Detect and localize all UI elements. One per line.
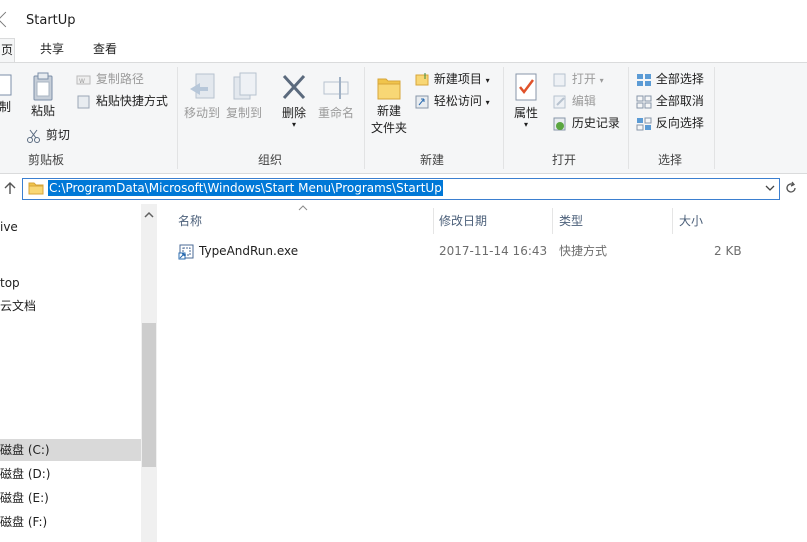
properties-button[interactable]: 属性 ▾ xyxy=(508,71,544,129)
select-none-button[interactable]: 全部取消 xyxy=(636,91,704,111)
column-header-modified[interactable]: 修改日期 xyxy=(439,212,487,230)
table-row[interactable]: TypeAndRun.exe 2017-11-14 16:43 快捷方式 2 K… xyxy=(174,240,754,262)
copy-button[interactable]: 制 xyxy=(0,71,16,116)
invert-selection-button[interactable]: 反向选择 xyxy=(636,113,704,133)
group-divider xyxy=(503,67,504,169)
address-path[interactable]: C:\ProgramData\Microsoft\Windows\Start M… xyxy=(48,180,443,196)
column-header-type[interactable]: 类型 xyxy=(559,212,583,230)
paste-shortcut-button[interactable]: 粘贴快捷方式 xyxy=(76,91,168,111)
group-divider xyxy=(177,67,178,169)
nav-item-drive-d[interactable]: 磁盘 (D:) xyxy=(0,463,50,485)
properties-check-icon xyxy=(515,73,537,101)
nav-item-drive-c[interactable]: 磁盘 (C:) xyxy=(0,439,141,461)
ribbon-tabs: 页 共享 查看 xyxy=(0,38,807,63)
easy-access-icon xyxy=(415,95,429,108)
column-divider[interactable] xyxy=(433,208,434,234)
new-item-icon xyxy=(415,72,429,85)
navigation-pane[interactable]: ive top 云文档 磁盘 (C:) 磁盘 (D:) 磁盘 (E:) 磁盘 (… xyxy=(0,204,157,542)
nav-item-onedrive[interactable]: ive xyxy=(0,216,18,238)
sort-ascending-icon xyxy=(298,205,308,211)
select-all-icon xyxy=(637,73,651,86)
copy-to-icon xyxy=(233,72,257,100)
scroll-up-arrow-icon[interactable] xyxy=(144,210,154,220)
new-item-button[interactable]: 新建项目 ▾ xyxy=(414,69,490,89)
history-icon xyxy=(553,117,566,130)
file-size: 2 KB xyxy=(714,244,742,258)
folder-icon xyxy=(28,182,44,195)
move-to-icon xyxy=(190,73,215,99)
file-modified: 2017-11-14 16:43 xyxy=(439,244,548,258)
chevron-down-icon[interactable] xyxy=(764,182,776,194)
exe-shortcut-icon xyxy=(178,244,194,260)
delete-button[interactable]: 删除 ▾ xyxy=(276,71,312,129)
window-title: StartUp xyxy=(26,13,76,28)
invert-selection-icon xyxy=(636,117,652,130)
rename-button[interactable]: 重命名 xyxy=(316,71,356,122)
delete-x-icon xyxy=(282,74,306,100)
copy-path-button[interactable]: W 复制路径 xyxy=(76,69,144,89)
nav-item-drive-e[interactable]: 磁盘 (E:) xyxy=(0,487,49,509)
column-divider[interactable] xyxy=(672,208,673,234)
copy-to-button[interactable]: 复制到 xyxy=(224,71,264,122)
title-bar: StartUp xyxy=(0,0,807,38)
rename-icon xyxy=(323,77,349,99)
copy-path-icon: W xyxy=(76,75,91,85)
open-button[interactable]: 打开 ▾ xyxy=(552,69,604,89)
move-to-button[interactable]: 移动到 xyxy=(182,71,222,122)
nav-item-cloud-docs[interactable]: 云文档 xyxy=(0,295,36,317)
copy-icon xyxy=(0,74,12,96)
select-all-button[interactable]: 全部选择 xyxy=(636,69,704,89)
column-header-size[interactable]: 大小 xyxy=(679,212,703,230)
paste-button[interactable]: 粘贴 xyxy=(26,71,60,120)
edit-button[interactable]: 编辑 xyxy=(552,91,596,111)
open-icon xyxy=(553,73,566,86)
organize-group-label: 组织 xyxy=(258,153,283,167)
refresh-icon[interactable] xyxy=(784,181,798,195)
file-name: TypeAndRun.exe xyxy=(199,244,299,258)
file-type: 快捷方式 xyxy=(559,244,608,258)
select-none-icon xyxy=(636,95,652,108)
history-button[interactable]: 历史记录 xyxy=(552,113,620,133)
group-divider xyxy=(628,67,629,169)
column-divider[interactable] xyxy=(552,208,553,234)
easy-access-button[interactable]: 轻松访问 ▾ xyxy=(414,91,490,111)
svg-text:W: W xyxy=(79,78,85,85)
tab-home[interactable]: 页 xyxy=(0,38,15,63)
new-group-label: 新建 xyxy=(420,153,445,167)
column-header-name[interactable]: 名称 xyxy=(178,212,202,230)
nav-scrollbar-thumb[interactable] xyxy=(142,323,156,467)
open-group-label: 打开 xyxy=(552,153,577,167)
group-divider xyxy=(714,67,715,169)
edit-icon xyxy=(553,95,566,108)
cut-button[interactable]: 剪切 xyxy=(26,125,70,145)
select-group-label: 选择 xyxy=(658,153,683,167)
paste-shortcut-icon xyxy=(77,95,90,108)
clipboard-group-label: 剪贴板 xyxy=(28,153,65,167)
new-folder-button[interactable]: 新建 文件夹 xyxy=(368,71,410,137)
scissors-icon xyxy=(27,129,40,143)
quick-access-arrow-icon[interactable] xyxy=(0,11,14,28)
ribbon: 制 粘贴 W 复制路径 粘贴快捷方式 剪切 剪贴板 移动到 复制到 删除 ▾ 重… xyxy=(0,62,807,174)
folder-icon xyxy=(377,78,401,100)
up-arrow-icon[interactable] xyxy=(3,181,17,195)
tab-view[interactable]: 查看 xyxy=(84,38,126,62)
group-divider xyxy=(364,67,365,169)
nav-item-desktop[interactable]: top xyxy=(0,272,20,294)
tab-share[interactable]: 共享 xyxy=(32,38,72,62)
nav-item-drive-f[interactable]: 磁盘 (F:) xyxy=(0,511,47,533)
paste-icon xyxy=(33,72,53,101)
